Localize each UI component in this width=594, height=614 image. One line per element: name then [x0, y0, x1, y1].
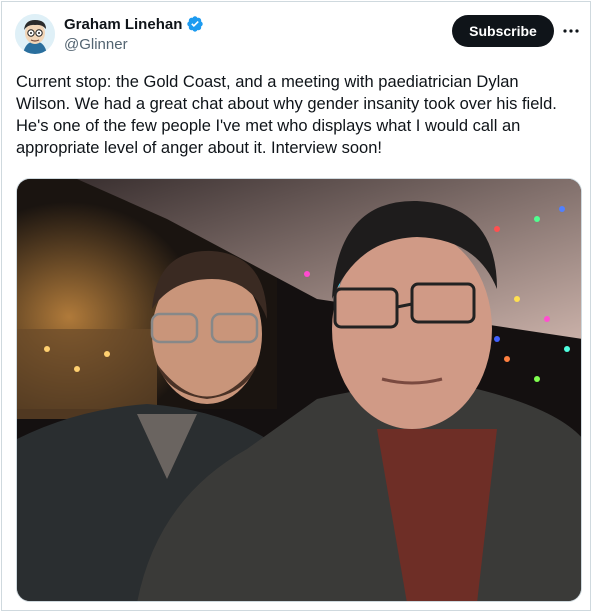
selfie-photo-illustration [17, 179, 581, 601]
tweet-photo[interactable] [16, 178, 582, 602]
author-handle[interactable]: @Glinner [64, 36, 128, 53]
more-horizontal-icon[interactable] [560, 20, 582, 42]
subscribe-button[interactable]: Subscribe [452, 15, 554, 47]
tweet-card: Graham Linehan @Glinner Subscribe Curren… [1, 1, 591, 611]
tweet-text: Current stop: the Gold Coast, and a meet… [16, 73, 557, 157]
avatar[interactable] [15, 14, 55, 54]
author-name[interactable]: Graham Linehan [64, 16, 182, 33]
author-name-row[interactable]: Graham Linehan [64, 15, 204, 33]
avatar-cartoon-face [15, 14, 55, 54]
verified-badge-icon [187, 16, 204, 32]
